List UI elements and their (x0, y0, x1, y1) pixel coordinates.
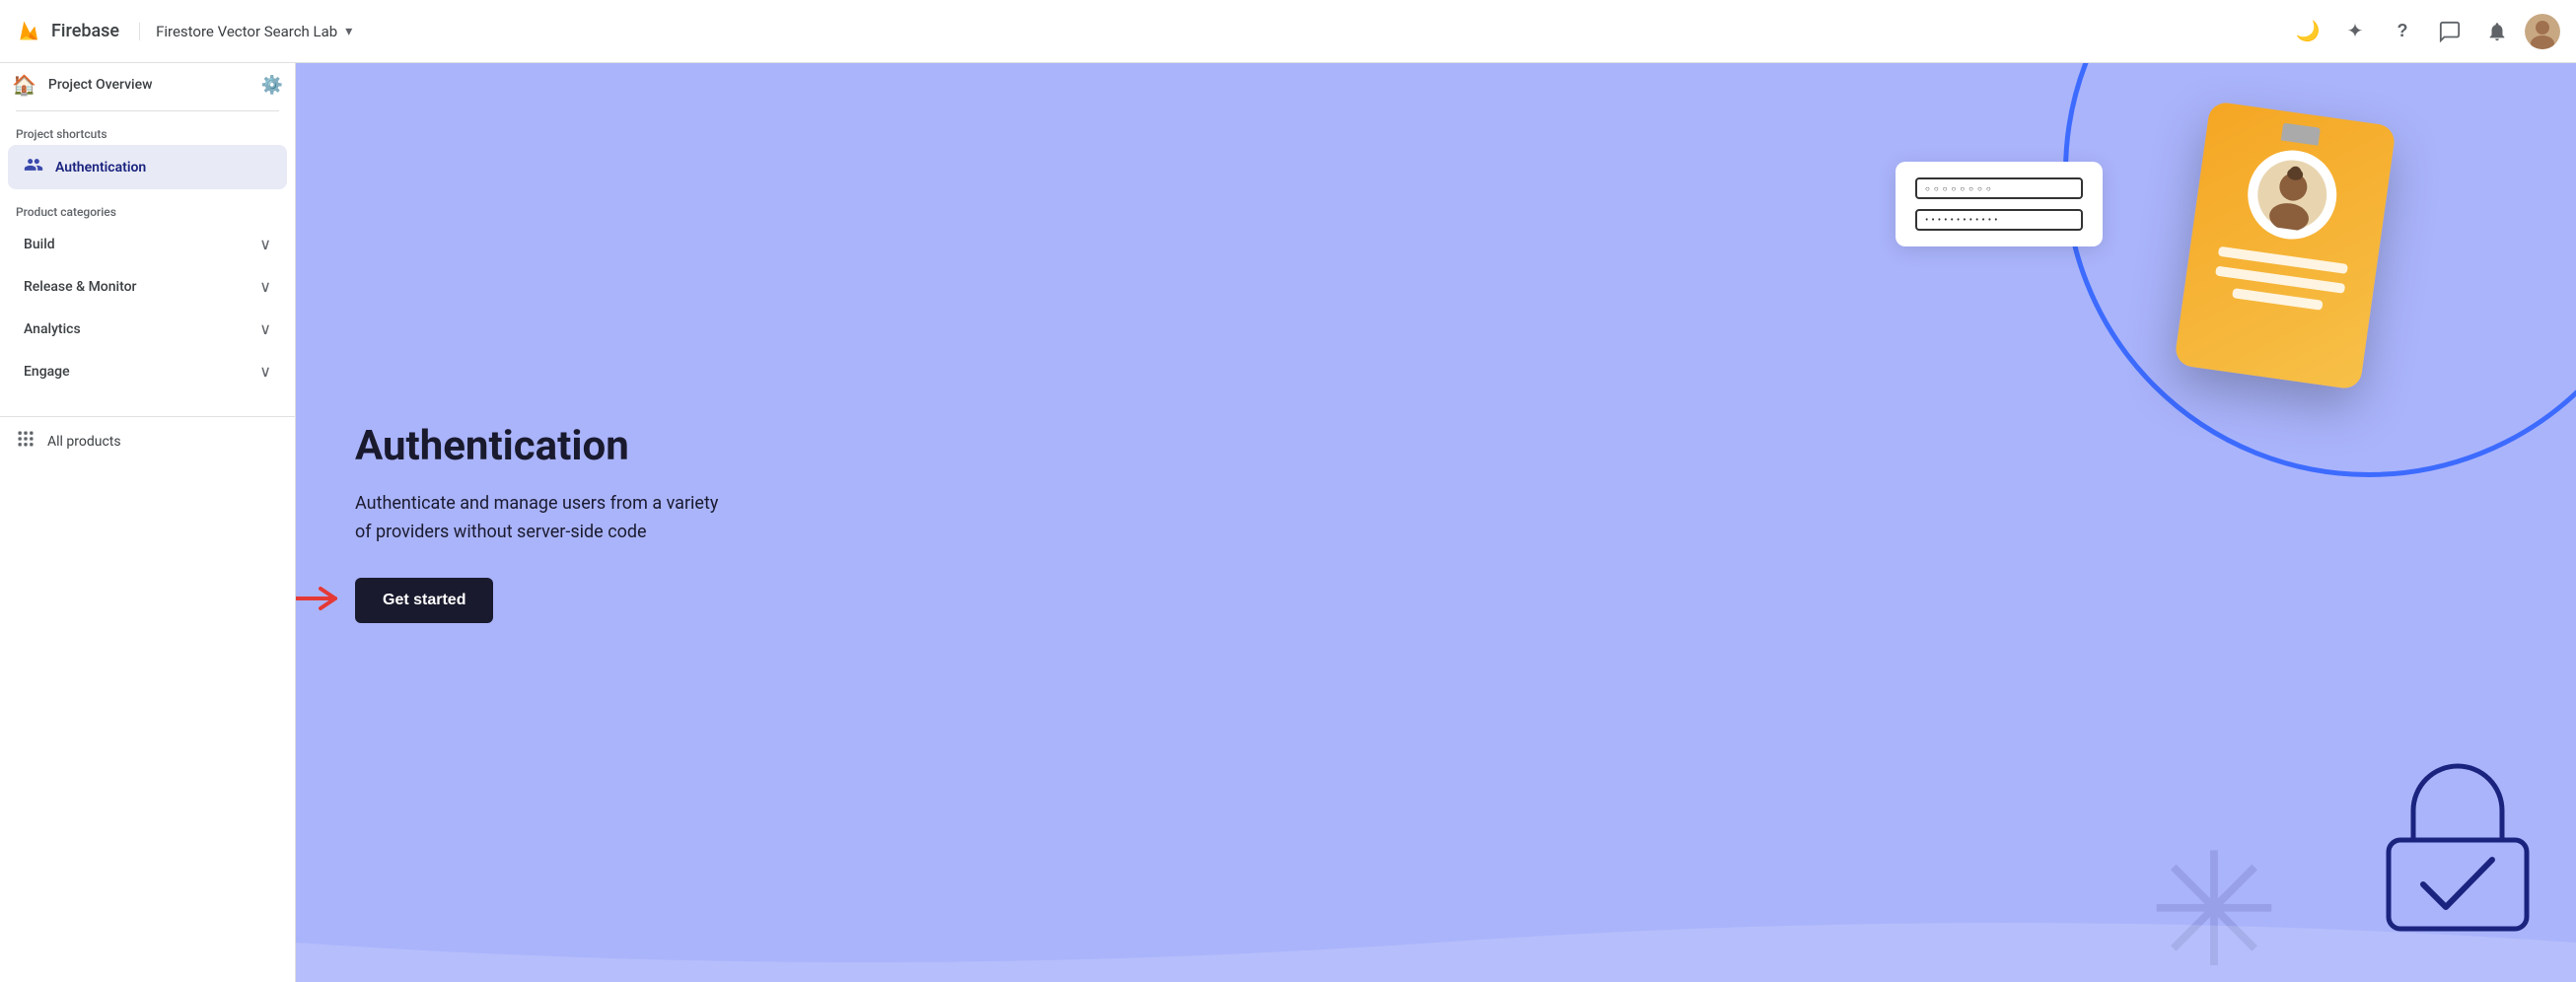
sidebar-divider-1 (16, 110, 279, 111)
release-monitor-label: Release & Monitor (24, 279, 137, 295)
project-dropdown-icon: ▾ (345, 24, 352, 39)
chat-button[interactable] (2430, 12, 2469, 51)
content-text-block: Authentication Authenticate and manage u… (296, 363, 789, 683)
topbar-left: Firebase Firestore Vector Search Lab ▾ (16, 18, 368, 45)
bell-icon (2486, 21, 2508, 42)
authentication-label: Authentication (55, 160, 146, 175)
sidebar-category-release-monitor[interactable]: Release & Monitor ∨ (8, 265, 287, 308)
sidebar-category-analytics[interactable]: Analytics ∨ (8, 308, 287, 350)
login-form-illustration: ○○○○○○○○ •••••••••••• (1896, 162, 2103, 246)
all-products-item[interactable]: All products (0, 416, 295, 465)
grid-icon (16, 429, 36, 454)
card-person-icon (2254, 156, 2331, 234)
red-arrow-icon (296, 579, 345, 618)
sidebar-category-build[interactable]: Build ∨ (8, 223, 287, 265)
wave-decoration (296, 903, 2576, 982)
login-field-2: •••••••••••• (1915, 209, 2083, 231)
get-started-button[interactable]: Get started (355, 578, 493, 623)
login-field-2-dots: •••••••••••• (1925, 215, 2001, 226)
project-name-label: Firestore Vector Search Lab (156, 23, 337, 40)
main-layout: 🏠 Project Overview ⚙️ Project shortcuts … (0, 63, 2576, 982)
home-icon: 🏠 (12, 73, 36, 97)
login-field-1-dots: ○○○○○○○○ (1925, 184, 1995, 193)
card-line-3 (2232, 288, 2323, 311)
build-label: Build (24, 237, 55, 252)
login-field-1: ○○○○○○○○ (1915, 177, 2083, 199)
dark-mode-button[interactable]: 🌙 (2288, 12, 2327, 51)
build-chevron-icon: ∨ (259, 235, 271, 253)
sidebar-item-authentication[interactable]: Authentication (8, 145, 287, 189)
firebase-icon (16, 18, 43, 45)
main-content-area: Authentication Authenticate and manage u… (296, 63, 2576, 982)
card-photo (2242, 145, 2342, 246)
notifications-button[interactable] (2477, 12, 2517, 51)
topbar-right: 🌙 ✦ ? (2288, 12, 2560, 51)
product-categories-label: Product categories (0, 189, 295, 223)
all-products-label: All products (47, 434, 121, 450)
firebase-name-label: Firebase (51, 21, 119, 41)
user-avatar[interactable] (2525, 14, 2560, 49)
firebase-logo: Firebase (16, 18, 119, 45)
avatar-image (2525, 14, 2560, 49)
cta-wrapper: Get started (355, 578, 493, 623)
auth-people-icon (24, 155, 43, 179)
analytics-chevron-icon: ∨ (259, 319, 271, 338)
page-title: Authentication (355, 422, 730, 470)
settings-icon[interactable]: ⚙️ (261, 75, 283, 96)
sparkle-button[interactable]: ✦ (2335, 12, 2375, 51)
topbar: Firebase Firestore Vector Search Lab ▾ 🌙… (0, 0, 2576, 63)
sidebar: 🏠 Project Overview ⚙️ Project shortcuts … (0, 63, 296, 982)
project-overview-label: Project Overview (48, 77, 250, 93)
sidebar-home-item[interactable]: 🏠 Project Overview ⚙️ (0, 63, 295, 106)
analytics-label: Analytics (24, 321, 81, 337)
engage-label: Engage (24, 364, 70, 380)
sidebar-category-engage[interactable]: Engage ∨ (8, 350, 287, 392)
id-card-illustration (2174, 101, 2397, 390)
chat-icon (2439, 21, 2461, 42)
arrow-indicator (296, 579, 345, 622)
page-description: Authenticate and manage users from a var… (355, 490, 730, 547)
engage-chevron-icon: ∨ (259, 362, 271, 381)
help-button[interactable]: ? (2383, 12, 2422, 51)
release-monitor-chevron-icon: ∨ (259, 277, 271, 296)
card-clip (2281, 123, 2321, 146)
project-shortcuts-label: Project shortcuts (0, 115, 295, 145)
topbar-project[interactable]: Firestore Vector Search Lab ▾ (139, 23, 368, 40)
